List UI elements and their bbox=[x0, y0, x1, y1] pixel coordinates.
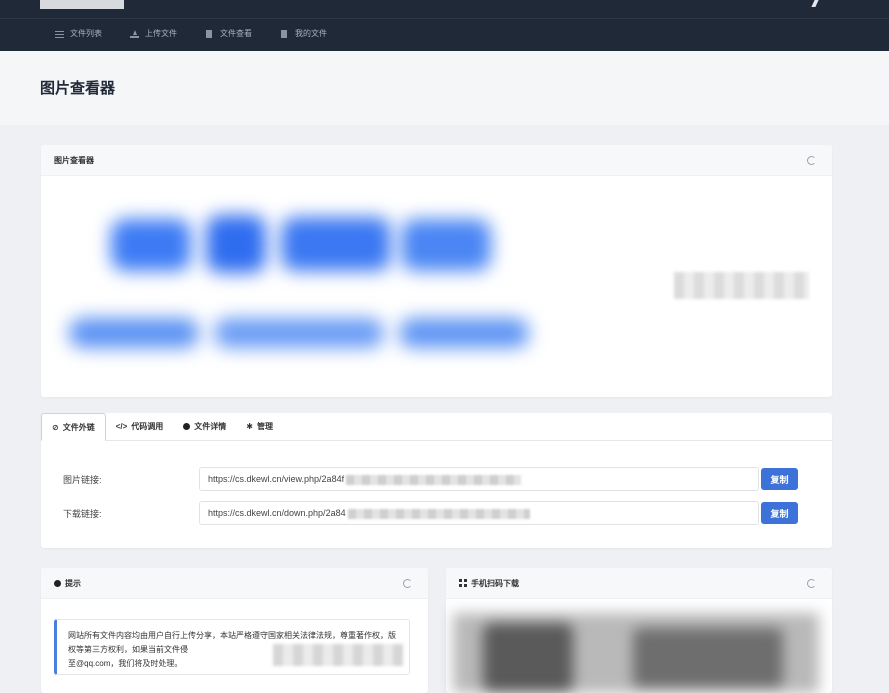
file-icon bbox=[280, 29, 289, 38]
nav-item-label: 上传文件 bbox=[145, 29, 177, 38]
image-link-row: 图片链接: https://cs.dkewl.cn/view.php/2a84f… bbox=[41, 467, 832, 491]
file-icon bbox=[205, 29, 214, 38]
file-links-card: ⊘ 文件外链 </> 代码调用 文件详情 ✱ 管理 图片链接: https://… bbox=[41, 413, 832, 548]
qrcode-icon bbox=[459, 579, 467, 587]
page-title: 图片查看器 bbox=[40, 80, 116, 97]
card-header: 图片查看器 bbox=[41, 145, 832, 176]
nav-item-upload[interactable]: 上传文件 bbox=[130, 28, 177, 39]
image-viewer-card: 图片查看器 bbox=[41, 145, 832, 397]
tab-label: 管理 bbox=[256, 422, 273, 431]
blurred-image-title bbox=[101, 205, 501, 275]
tab-file-link[interactable]: ⊘ 文件外链 bbox=[41, 413, 106, 441]
card-title: 提示 bbox=[65, 578, 81, 588]
image-link-field[interactable]: https://cs.dkewl.cn/view.php/2a84f bbox=[199, 467, 759, 491]
nav-item-file-list[interactable]: 文件列表 bbox=[55, 28, 102, 39]
tab-code[interactable]: </> 代码调用 bbox=[106, 413, 174, 440]
tab-manage[interactable]: ✱ 管理 bbox=[236, 413, 283, 440]
masked-text bbox=[346, 474, 522, 485]
notice-card: 提示 网站所有文件内容均由用户自行上传分享，本站严格遵守国家相关法律法规，尊重著… bbox=[41, 568, 428, 693]
download-link-value: https://cs.dkewl.cn/down.php/2a84 bbox=[208, 508, 346, 518]
site-logo[interactable] bbox=[40, 0, 124, 9]
code-icon: </> bbox=[115, 422, 128, 431]
refresh-icon[interactable] bbox=[807, 156, 816, 165]
user-menu-icon[interactable] bbox=[807, 0, 829, 8]
notice-message: 网站所有文件内容均由用户自行上传分享，本站严格遵守国家相关法律法规，尊重著作权，… bbox=[54, 619, 410, 675]
top-navbar: 文件列表 上传文件 文件查看 我的文件 bbox=[0, 0, 889, 51]
tab-label: 代码调用 bbox=[131, 422, 164, 431]
blurred-image-subtitle bbox=[69, 310, 529, 354]
nav-item-label: 文件列表 bbox=[70, 29, 102, 38]
tab-file-details[interactable]: 文件详情 bbox=[173, 413, 236, 440]
nav-item-label: 我的文件 bbox=[295, 29, 327, 38]
tab-label: 文件详情 bbox=[194, 422, 227, 431]
header-divider bbox=[0, 18, 889, 19]
card-header: 手机扫码下载 bbox=[446, 568, 832, 599]
card-header: 提示 bbox=[41, 568, 428, 599]
download-link-field[interactable]: https://cs.dkewl.cn/down.php/2a84 bbox=[199, 501, 759, 525]
list-icon bbox=[55, 30, 64, 38]
copy-image-link-button[interactable]: 复制 bbox=[761, 468, 798, 490]
gear-icon: ✱ bbox=[246, 422, 253, 431]
image-link-label: 图片链接: bbox=[63, 475, 102, 485]
card-title: 手机扫码下载 bbox=[471, 578, 519, 588]
tab-bar: ⊘ 文件外链 </> 代码调用 文件详情 ✱ 管理 bbox=[41, 413, 832, 441]
card-title: 图片查看器 bbox=[54, 155, 94, 165]
masked-text bbox=[347, 508, 530, 519]
download-link-row: 下载链接: https://cs.dkewl.cn/down.php/2a84 … bbox=[41, 501, 832, 525]
refresh-icon[interactable] bbox=[403, 579, 412, 588]
nav-item-label: 文件查看 bbox=[220, 29, 252, 38]
image-link-value: https://cs.dkewl.cn/view.php/2a84f bbox=[208, 474, 345, 484]
copy-download-link-button[interactable]: 复制 bbox=[761, 502, 798, 524]
nav-item-file-view[interactable]: 文件查看 bbox=[205, 28, 252, 39]
tab-label: 文件外链 bbox=[62, 422, 95, 432]
download-link-label: 下载链接: bbox=[63, 509, 102, 519]
upload-icon bbox=[130, 29, 139, 38]
info-icon bbox=[54, 579, 61, 587]
refresh-icon[interactable] bbox=[807, 579, 816, 588]
blurred-image-info bbox=[674, 272, 809, 299]
qr-code-image bbox=[453, 613, 819, 693]
qr-download-card: 手机扫码下载 bbox=[446, 568, 832, 693]
nav-item-my-files[interactable]: 我的文件 bbox=[280, 28, 327, 39]
link-icon: ⊘ bbox=[52, 422, 59, 432]
main-nav: 文件列表 上传文件 文件查看 我的文件 bbox=[55, 28, 355, 39]
masked-text bbox=[273, 644, 403, 666]
page-header: 图片查看器 bbox=[0, 51, 889, 125]
info-icon bbox=[183, 423, 191, 430]
